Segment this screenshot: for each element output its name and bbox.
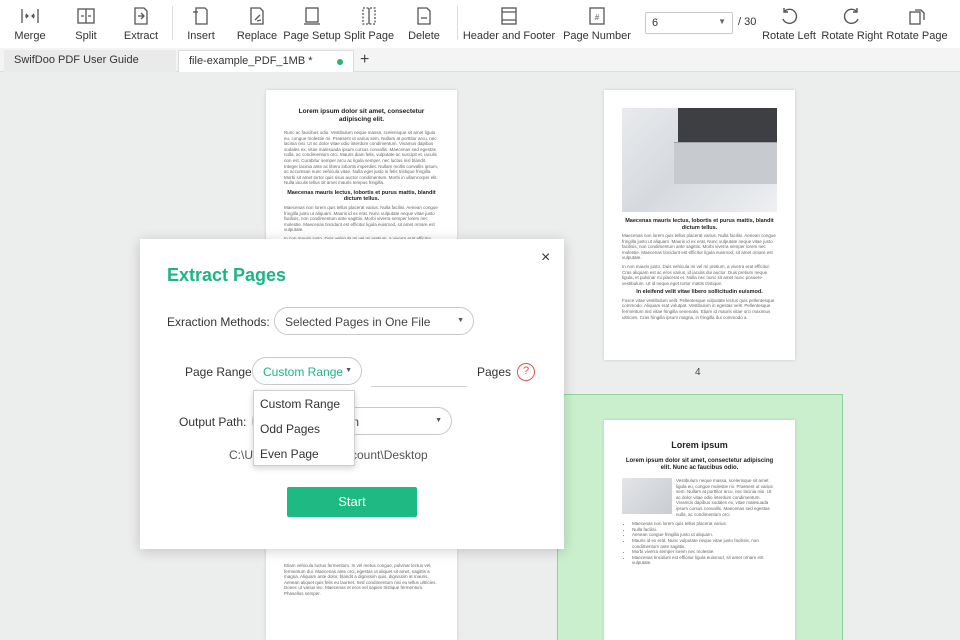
rotate-page-icon — [909, 9, 925, 25]
tab-user-guide[interactable]: SwifDoo PDF User Guide — [4, 50, 176, 72]
split-icon — [77, 8, 95, 24]
page-range-input[interactable] — [371, 386, 467, 387]
extraction-method-select[interactable]: Selected Pages in One File ▼ — [274, 307, 474, 335]
page-number-icon: # — [589, 7, 605, 25]
delete-icon — [417, 7, 431, 25]
output-path-text-left: C:\U — [229, 448, 253, 462]
page-number-select[interactable]: 6 ▼ — [645, 12, 733, 34]
pages-label: Pages — [477, 365, 512, 379]
split-button[interactable]: Split — [66, 0, 106, 48]
extraction-method-label: Exraction Methods: — [167, 315, 270, 329]
rotate-right-button[interactable]: Rotate Right — [821, 0, 883, 48]
output-path-text-right: ccount\Desktop — [345, 448, 428, 462]
header-footer-icon — [501, 7, 517, 25]
page-thumbnail-4[interactable]: Maecenas mauris lectus, lobortis et puru… — [604, 90, 795, 360]
option-odd-pages[interactable]: Odd Pages — [260, 422, 320, 436]
page-thumbnail-left-bottom[interactable]: Etiam vehicula luctus fermentum. In vel … — [266, 549, 457, 640]
merge-icon — [21, 9, 39, 23]
page-setup-button[interactable]: Page Setup — [283, 0, 341, 48]
split-page-icon — [362, 7, 376, 25]
page-content-row: Vestibulum neque massa, scelerisque sit … — [622, 478, 777, 517]
unsaved-dot-icon — [337, 59, 343, 65]
close-icon[interactable]: × — [541, 249, 550, 267]
delete-button[interactable]: Delete — [404, 0, 444, 48]
laptop-body — [674, 142, 777, 184]
extract-button[interactable]: Extract — [118, 0, 164, 48]
chevron-down-icon: ▼ — [457, 317, 464, 324]
tab-file-example[interactable]: file-example_PDF_1MB * — [178, 50, 354, 72]
chevron-down-icon: ▼ — [345, 367, 352, 374]
rotate-right-icon — [843, 8, 859, 25]
toolbar-separator — [457, 6, 458, 40]
add-tab-icon[interactable]: + — [360, 51, 369, 69]
laptop-photo-small — [622, 478, 672, 514]
page-thumbnail-left-top[interactable]: Lorem ipsum dolor sit amet, consectetur … — [266, 90, 457, 250]
chevron-down-icon: ▼ — [718, 17, 726, 26]
merge-button[interactable]: Merge — [10, 0, 50, 48]
insert-icon — [193, 7, 208, 25]
split-page-button[interactable]: Split Page — [344, 0, 394, 48]
svg-text:#: # — [595, 13, 600, 22]
page-bullet-list: Maecenas non lorem quis tellus placerat … — [622, 521, 777, 566]
page-range-select[interactable]: Custom Range ▼ — [252, 357, 362, 385]
replace-button[interactable]: Replace — [234, 0, 280, 48]
page-range-label: Page Range — [185, 365, 252, 379]
start-button[interactable]: Start — [287, 487, 417, 517]
page-range-dropdown: Custom Range Odd Pages Even Page — [253, 390, 355, 466]
option-even-page[interactable]: Even Page — [260, 447, 319, 461]
page-setup-icon — [304, 7, 320, 25]
header-footer-button[interactable]: Header and Footer — [463, 0, 555, 48]
page-total: / 30 — [738, 16, 757, 28]
toolbar-separator — [172, 6, 173, 40]
output-path-label: Output Path: — [179, 415, 247, 429]
page-number-button[interactable]: # Page Number — [563, 0, 631, 48]
dialog-title: Extract Pages — [167, 265, 287, 285]
replace-icon — [250, 7, 264, 25]
rotate-left-icon — [782, 8, 798, 25]
page-number-label: 4 — [695, 367, 701, 378]
rotate-left-button[interactable]: Rotate Left — [762, 0, 816, 48]
rotate-page-button[interactable]: Rotate Page — [886, 0, 948, 48]
tab-bar: SwifDoo PDF User Guide file-example_PDF_… — [0, 48, 960, 72]
chevron-down-icon: ▼ — [435, 417, 442, 424]
insert-button[interactable]: Insert — [181, 0, 221, 48]
toolbar: Merge Split Extract Insert Replace Page … — [0, 0, 960, 48]
laptop-keyboard — [678, 108, 777, 142]
help-icon[interactable]: ? — [517, 363, 535, 381]
laptop-photo — [622, 108, 777, 212]
page-thumbnail-selected[interactable]: Lorem ipsum Lorem ipsum dolor sit amet, … — [604, 420, 795, 640]
extract-icon — [134, 7, 148, 25]
option-custom-range[interactable]: Custom Range — [260, 397, 340, 411]
